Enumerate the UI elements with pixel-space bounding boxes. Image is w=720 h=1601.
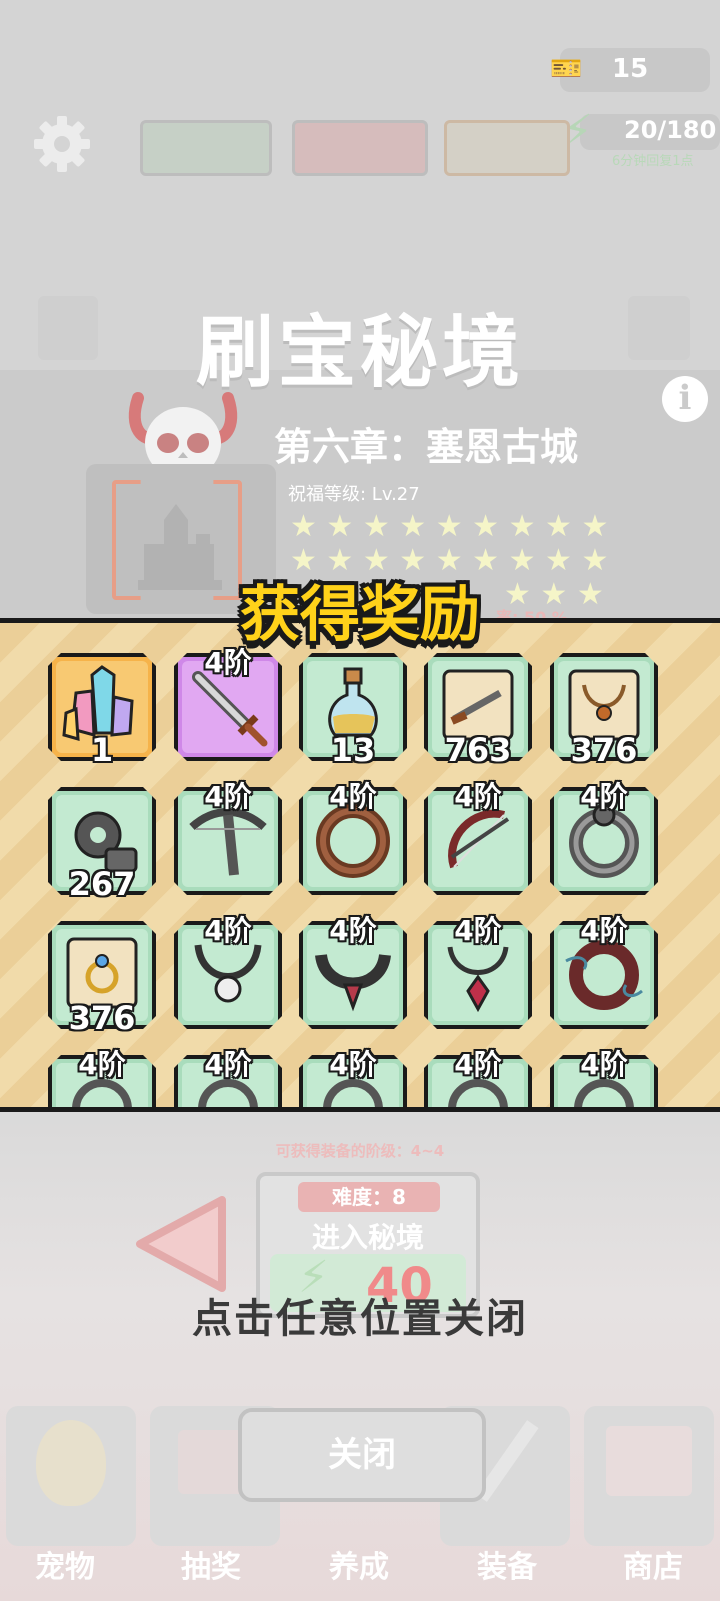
item-tier: 4阶	[454, 1048, 502, 1081]
reward-title: 获得奖励	[240, 580, 480, 650]
nav-label-shop: 商店	[623, 1550, 683, 1585]
item-tier: 4阶	[580, 1048, 628, 1081]
nav-item-pet[interactable]	[6, 1406, 136, 1546]
settings-button[interactable]	[30, 112, 94, 176]
reward-item[interactable]: 376	[48, 921, 156, 1037]
item-count: 13	[330, 731, 376, 769]
item-tier: 4阶	[454, 914, 502, 947]
top-tab-3[interactable]	[444, 120, 570, 176]
shop-icon	[606, 1426, 692, 1496]
chapter-name: 第六章：塞恩古城	[274, 425, 579, 469]
nav-item-shop[interactable]	[584, 1406, 714, 1546]
item-tier: 4阶	[204, 780, 252, 813]
item-tier: 4阶	[454, 780, 502, 813]
reward-item[interactable]: 4阶	[299, 780, 407, 895]
item-tier: 4阶	[204, 1048, 252, 1081]
reward-item[interactable]: 4阶	[48, 1048, 156, 1107]
top-tab-2[interactable]	[292, 120, 428, 176]
nav-label-equipment: 装备	[477, 1550, 537, 1585]
item-count: 376	[570, 731, 638, 769]
top-tab-1[interactable]	[140, 120, 272, 176]
close-hint[interactable]: 点击任意位置关闭	[0, 1286, 720, 1344]
reward-item[interactable]: 4阶	[174, 646, 282, 761]
info-icon: i	[678, 378, 692, 418]
reward-item[interactable]: 4阶	[424, 914, 532, 1029]
nav-label-upgrade: 养成	[329, 1550, 389, 1585]
ticket-icon: 🎫	[550, 54, 583, 84]
item-count: 763	[444, 731, 512, 769]
reward-item[interactable]: 13	[299, 653, 407, 769]
page-title: 刷宝秘境	[195, 308, 524, 398]
energy-value: 20/180	[624, 116, 717, 144]
reward-item[interactable]: 4阶	[174, 1048, 282, 1107]
egg-icon	[36, 1420, 106, 1506]
item-count: 1	[90, 731, 114, 769]
enter-dungeon-label: 进入秘境	[311, 1221, 424, 1254]
reward-item[interactable]: 4阶	[174, 914, 282, 1029]
reward-item[interactable]: 763	[424, 653, 532, 769]
item-tier: 4阶	[329, 914, 377, 947]
reward-item[interactable]: 4阶	[550, 780, 658, 895]
item-tier: 4阶	[580, 914, 628, 947]
ticket-counter[interactable]: 🎫 15	[550, 48, 710, 92]
nav-label-lottery: 抽奖	[181, 1550, 241, 1585]
blessing-level: 祝福等级: Lv.27	[288, 484, 420, 505]
item-count: 267	[68, 865, 136, 903]
nav-label-pet: 宠物	[35, 1550, 95, 1585]
item-count: 376	[68, 999, 136, 1037]
star-row: ★ ★ ★ ★ ★ ★ ★ ★ ★	[290, 509, 609, 544]
item-tier: 4阶	[78, 1048, 126, 1081]
ticket-count: 15	[612, 54, 649, 84]
reward-item[interactable]: 376	[550, 653, 658, 769]
info-button[interactable]: i	[662, 376, 708, 422]
item-tier: 4阶	[329, 780, 377, 813]
energy-counter[interactable]: ⚡ 20/180	[562, 106, 720, 157]
item-tier: 4阶	[329, 1048, 377, 1081]
reward-item[interactable]: 4阶	[424, 780, 532, 895]
reward-item[interactable]: 4阶	[550, 914, 658, 1029]
reward-item[interactable]: 1	[48, 653, 156, 769]
reward-item[interactable]: 4阶	[299, 1048, 407, 1107]
difficulty-badge: 难度：8	[298, 1182, 440, 1212]
reward-panel: 1 4阶 13 763 376 267 4阶 4阶 4阶 4阶 376 4阶 4阶 4阶 4阶 4阶 4阶 4阶 4…	[0, 618, 720, 1112]
gear-icon	[34, 116, 90, 172]
close-button-label: 关闭	[328, 1435, 396, 1475]
energy-regen-text: 6分钟回复1点	[612, 154, 694, 169]
reward-item[interactable]: 4阶	[174, 780, 282, 895]
previous-chapter-arrow-icon[interactable]	[132, 1194, 232, 1294]
reward-item[interactable]: 4阶	[424, 1048, 532, 1107]
item-tier: 4阶	[204, 914, 252, 947]
reward-item[interactable]: 4阶	[550, 1048, 658, 1107]
reward-item[interactable]: 4阶	[299, 914, 407, 1029]
reward-item[interactable]: 267	[48, 787, 156, 903]
grade-range-text: 可获得装备的阶级：4~4	[275, 1142, 445, 1160]
item-tier: 4阶	[580, 780, 628, 813]
close-button[interactable]: 关闭	[238, 1408, 486, 1502]
